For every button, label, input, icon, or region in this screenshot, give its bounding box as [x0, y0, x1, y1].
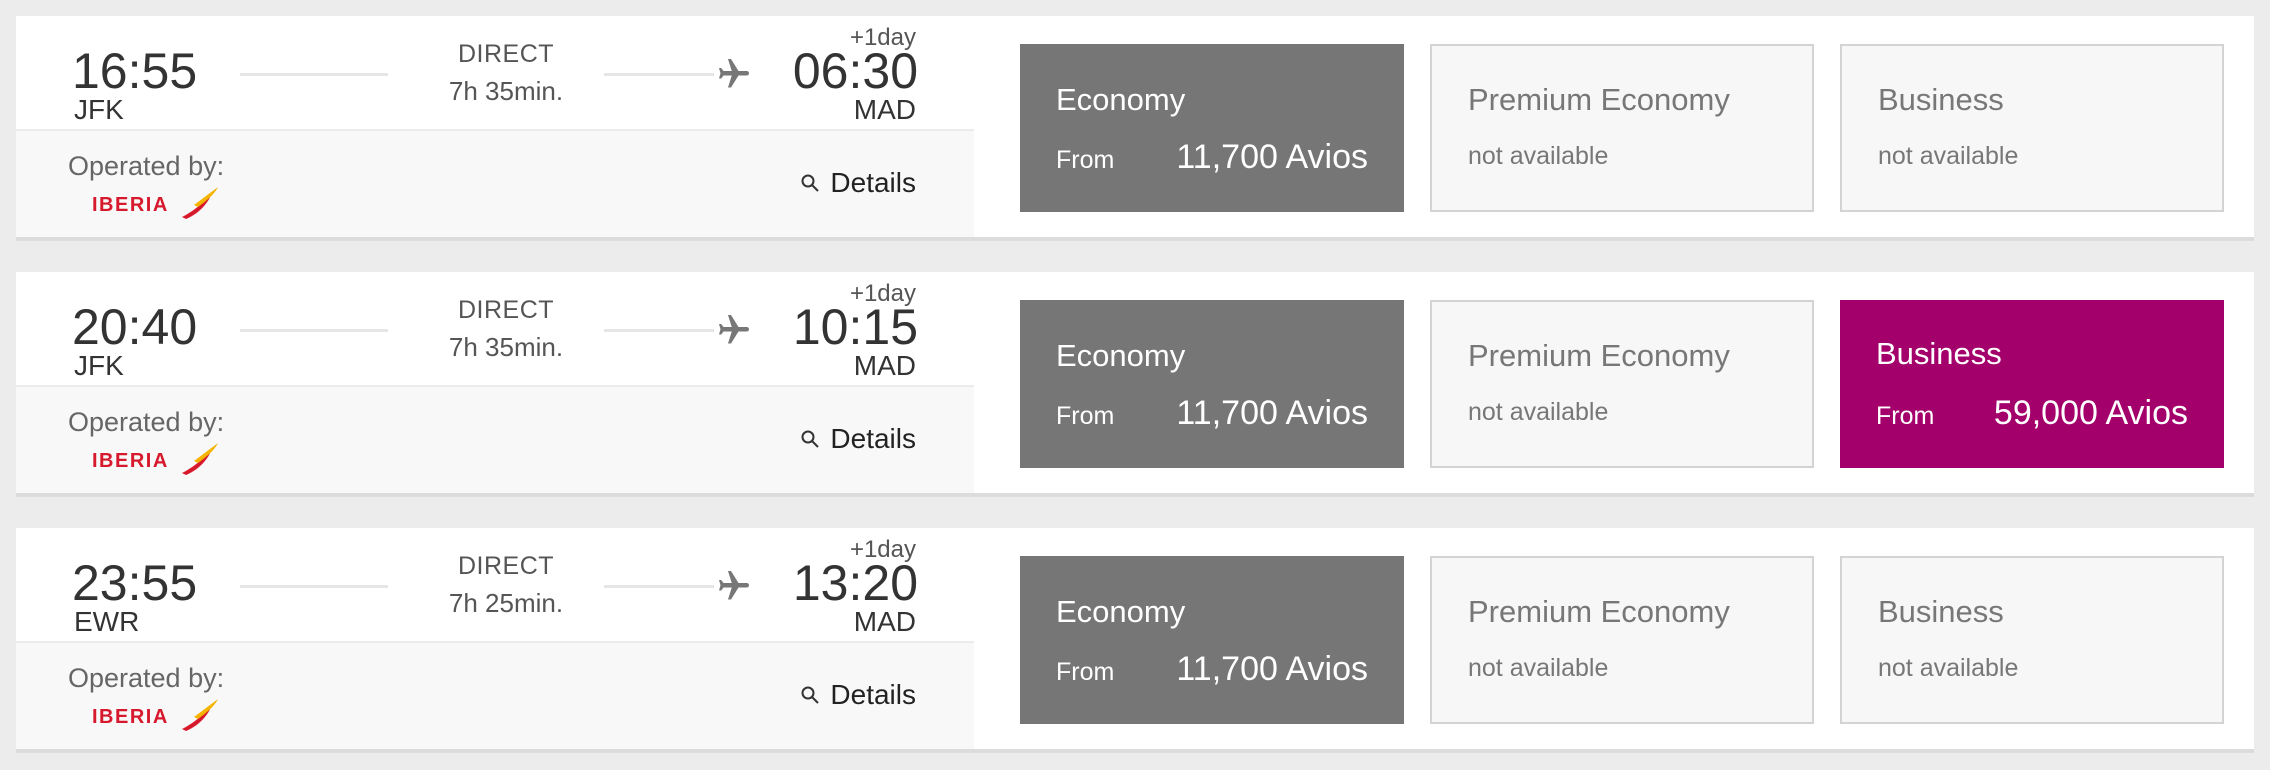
flight-times: 20:40 JFK DIRECT 7h 35min. +1day 10:15 M…: [16, 272, 974, 385]
fare-economy[interactable]: Economy From 11,700 Avios: [1020, 44, 1404, 212]
fare-price: 11,700 Avios: [1176, 138, 1368, 176]
arrival-airport: MAD: [853, 94, 916, 125]
arrival-time: 13:20: [792, 555, 918, 611]
operator-section: Operated by: IBERIA Details: [16, 129, 974, 237]
departure-time: 16:55: [72, 43, 198, 99]
fare-business[interactable]: Business From 59,000 Avios: [1840, 300, 2224, 468]
fare-status: not available: [1468, 398, 1609, 426]
departure-time: 23:55: [72, 555, 198, 611]
airline-name: IBERIA: [92, 450, 169, 472]
fare-name: Premium Economy: [1468, 594, 1730, 629]
fare-from-label: From: [1056, 402, 1115, 430]
departure-time: 20:40: [72, 299, 198, 355]
flight-duration: 7h 35min.: [448, 76, 564, 106]
details-label: Details: [830, 167, 916, 198]
arrival-time: 06:30: [792, 43, 918, 99]
fare-name: Economy: [1056, 594, 1186, 629]
departure-airport: EWR: [74, 606, 140, 637]
iberia-logo: IBERIA: [92, 699, 218, 731]
plane-icon: [719, 59, 749, 88]
operator-section: Operated by: IBERIA Details: [16, 385, 974, 493]
iberia-logo: IBERIA: [92, 187, 218, 219]
operator-section: Operated by: IBERIA Details: [16, 641, 974, 749]
fare-economy[interactable]: Economy From 11,700 Avios: [1020, 300, 1404, 468]
arrival-time: 10:15: [792, 299, 918, 355]
details-label: Details: [830, 679, 916, 710]
search-icon: [801, 686, 820, 704]
fare-economy[interactable]: Economy From 11,700 Avios: [1020, 556, 1404, 724]
flight-duration: 7h 35min.: [448, 332, 564, 362]
details-link[interactable]: Details: [800, 423, 916, 455]
flight-times: 23:55 EWR DIRECT 7h 25min. +1day 13:20 M…: [16, 528, 974, 641]
plane-icon: [719, 315, 749, 344]
route-line: [240, 585, 388, 588]
fare-status: not available: [1468, 142, 1609, 170]
fare-premium-economy: Premium Economy not available: [1430, 44, 1814, 212]
flight-duration: 7h 25min.: [448, 588, 564, 618]
route-line: [604, 585, 714, 588]
flight-row: 16:55 JFK DIRECT 7h 35min. +1day 06:30 M…: [16, 16, 2254, 241]
flight-times: 16:55 JFK DIRECT 7h 35min. +1day 06:30 M…: [16, 16, 974, 129]
fare-premium-economy: Premium Economy not available: [1430, 300, 1814, 468]
arrival-airport: MAD: [853, 606, 916, 637]
plane-icon: [719, 571, 749, 600]
details-link[interactable]: Details: [800, 167, 916, 199]
fare-status: not available: [1878, 142, 2019, 170]
flight-info: 16:55 JFK DIRECT 7h 35min. +1day 06:30 M…: [16, 16, 974, 237]
route-line: [240, 73, 388, 76]
fare-price: 11,700 Avios: [1176, 650, 1368, 688]
fare-status: not available: [1468, 654, 1609, 682]
flight-info: 20:40 JFK DIRECT 7h 35min. +1day 10:15 M…: [16, 272, 974, 493]
arrival-airport: MAD: [853, 350, 916, 381]
operated-by-label: Operated by:: [68, 407, 225, 437]
fare-status: not available: [1878, 654, 2019, 682]
fare-name: Economy: [1056, 82, 1186, 117]
operated-by-label: Operated by:: [68, 663, 225, 693]
fare-from-label: From: [1056, 146, 1115, 174]
fare-business: Business not available: [1840, 44, 2224, 212]
departure-airport: JFK: [74, 350, 124, 381]
fare-name: Premium Economy: [1468, 338, 1730, 373]
fare-name: Business: [1878, 594, 2004, 629]
search-icon: [801, 174, 820, 192]
route-line: [240, 329, 388, 332]
route-line: [604, 329, 714, 332]
flight-row: 20:40 JFK DIRECT 7h 35min. +1day 10:15 M…: [16, 272, 2254, 497]
route-line: [604, 73, 714, 76]
search-icon: [801, 430, 820, 448]
fare-from-label: From: [1876, 402, 1935, 430]
operated-by-label: Operated by:: [68, 151, 225, 181]
flight-row: 23:55 EWR DIRECT 7h 25min. +1day 13:20 M…: [16, 528, 2254, 753]
fare-name: Economy: [1056, 338, 1186, 373]
details-label: Details: [830, 423, 916, 454]
fare-name: Business: [1876, 336, 2002, 371]
fare-from-label: From: [1056, 658, 1115, 686]
stop-type: DIRECT: [457, 552, 555, 580]
fare-name: Business: [1878, 82, 2004, 117]
fare-price: 11,700 Avios: [1176, 394, 1368, 432]
airline-name: IBERIA: [92, 706, 169, 728]
stop-type: DIRECT: [457, 40, 555, 68]
airline-name: IBERIA: [92, 194, 169, 216]
fare-premium-economy: Premium Economy not available: [1430, 556, 1814, 724]
iberia-logo: IBERIA: [92, 443, 218, 475]
flight-info: 23:55 EWR DIRECT 7h 25min. +1day 13:20 M…: [16, 528, 974, 749]
stop-type: DIRECT: [457, 296, 555, 324]
fare-price: 59,000 Avios: [1993, 394, 2188, 432]
details-link[interactable]: Details: [800, 679, 916, 711]
departure-airport: JFK: [74, 94, 124, 125]
fare-business: Business not available: [1840, 556, 2224, 724]
fare-name: Premium Economy: [1468, 82, 1730, 117]
